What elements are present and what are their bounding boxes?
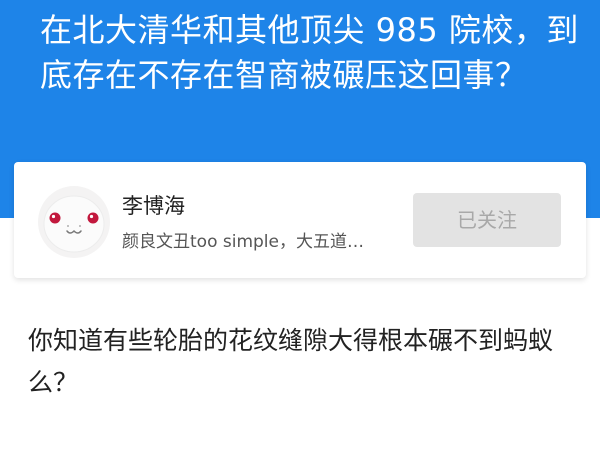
question-title[interactable]: 在北大清华和其他顶尖 985 院校，到底存在不存在智商被碾压这回事？ <box>40 8 580 98</box>
white-mascot-avatar-icon <box>38 186 110 258</box>
page: 在北大清华和其他顶尖 985 院校，到底存在不存在智商被碾压这回事？ 李博海 颜… <box>0 0 600 453</box>
author-bio: 颜良文丑too simple，大五道… <box>122 232 364 252</box>
answer-text: 你知道有些轮胎的花纹缝隙大得根本碾不到蚂蚁么？ <box>28 326 554 397</box>
author-name[interactable]: 李博海 <box>122 192 185 220</box>
author-card: 李博海 颜良文丑too simple，大五道… 已关注 <box>14 162 586 278</box>
follow-button[interactable]: 已关注 <box>413 193 561 247</box>
avatar[interactable] <box>38 186 110 258</box>
